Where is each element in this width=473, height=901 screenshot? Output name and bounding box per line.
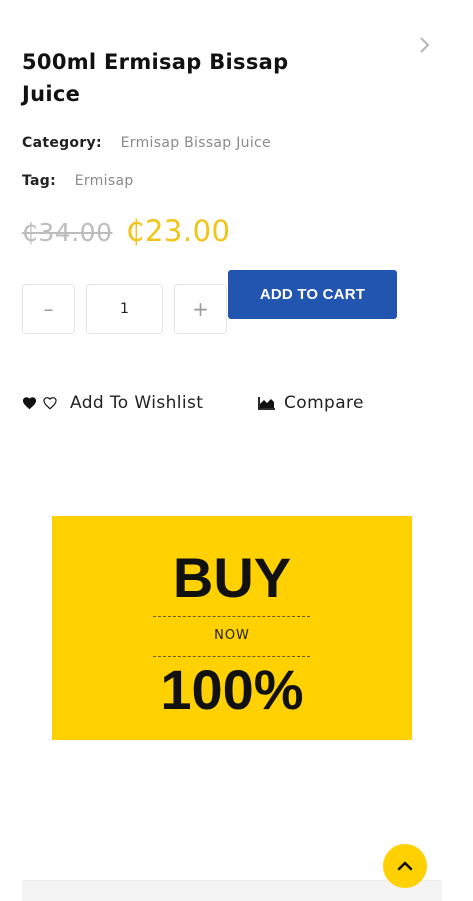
category-label: Category: — [22, 135, 102, 151]
promo-banner[interactable]: BUY NOW 100% — [52, 516, 412, 740]
heart-outline-icon — [43, 397, 57, 410]
quantity-input[interactable]: 1 — [86, 284, 163, 334]
category-row: Category: Ermisap Bissap Juice — [22, 135, 271, 151]
wishlist-label: Add To Wishlist — [70, 393, 204, 413]
banner-divider-top — [153, 616, 310, 617]
chevron-up-icon — [397, 861, 413, 871]
sale-price: ₵23.00 — [126, 214, 231, 248]
banner-now-text: NOW — [214, 628, 250, 643]
tag-label: Tag: — [22, 173, 57, 189]
product-title: 500ml Ermisap Bissap Juice — [22, 50, 289, 106]
bottom-tabs-panel — [22, 880, 442, 901]
next-product-arrow[interactable] — [414, 34, 436, 56]
heart-filled-icon — [22, 397, 37, 410]
add-to-cart-button[interactable]: ADD TO CART — [228, 270, 397, 319]
quantity-decrease-button[interactable]: – — [22, 284, 75, 334]
add-to-wishlist-link[interactable]: Add To Wishlist — [22, 393, 203, 413]
compare-chart-icon — [258, 397, 275, 410]
scroll-to-top-button[interactable] — [383, 844, 427, 888]
banner-percent-text: 100% — [160, 658, 304, 721]
compare-label: Compare — [284, 393, 364, 413]
banner-divider-bottom — [153, 656, 310, 657]
tag-link[interactable]: Ermisap — [75, 173, 134, 189]
compare-link[interactable]: Compare — [258, 393, 364, 413]
tag-row: Tag: Ermisap — [22, 173, 134, 189]
banner-buy-text: BUY — [172, 546, 292, 609]
wishlist-row: Add To Wishlist — [22, 393, 203, 413]
quantity-increase-button[interactable]: + — [174, 284, 227, 334]
original-price: ₵34.00 — [22, 218, 113, 247]
chevron-right-icon — [420, 37, 430, 53]
category-link[interactable]: Ermisap Bissap Juice — [121, 135, 271, 151]
